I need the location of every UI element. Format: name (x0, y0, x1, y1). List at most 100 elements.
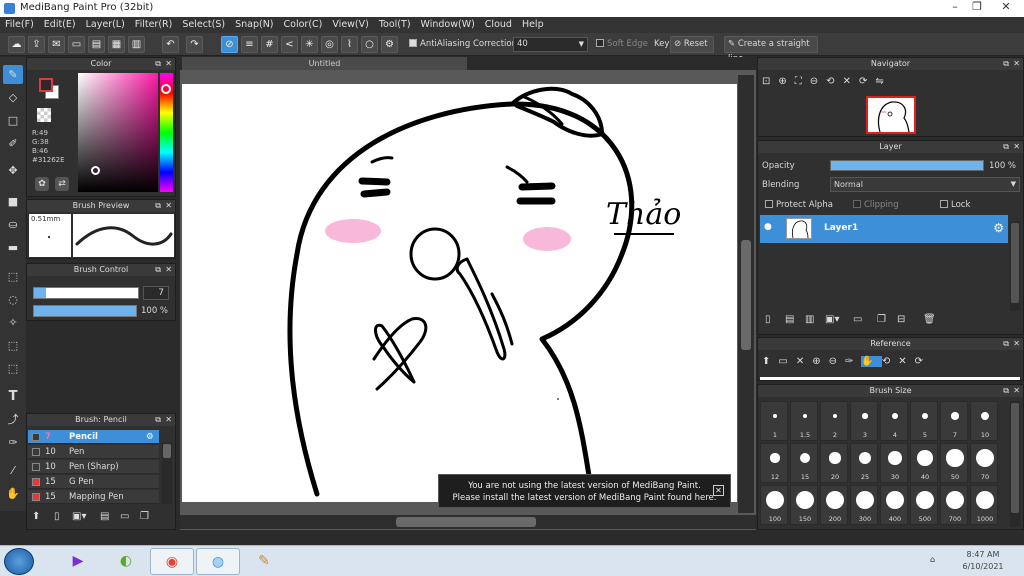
visibility-eye-icon[interactable]: ● (764, 222, 772, 232)
float-icon[interactable]: ⧉ (1003, 58, 1009, 70)
gear-icon[interactable]: ⚙ (993, 221, 1004, 235)
snap-off-icon[interactable]: ⊘ (221, 36, 238, 53)
menu-tool[interactable]: Tool(T) (374, 17, 416, 30)
duplicate-layer-icon[interactable]: ❐ (877, 314, 886, 325)
document-icon[interactable]: ▤ (88, 36, 105, 53)
brush-size-cell[interactable]: 10 (970, 401, 998, 441)
brush-size-cell[interactable]: 20 (820, 443, 848, 483)
zoom-in-icon[interactable]: ⊕ (778, 76, 794, 87)
zoom-fit-icon[interactable]: ⊡ (762, 76, 778, 87)
primary-color-swatch[interactable] (39, 78, 53, 92)
brush-size-cell[interactable]: 50 (940, 443, 968, 483)
brush-item-pen-sharp[interactable]: 10 Pen (Sharp) (28, 460, 159, 474)
parallel-snap-icon[interactable]: ≡ (241, 36, 258, 53)
update-notice[interactable]: You are not using the latest version of … (438, 474, 731, 508)
new-layer-icon[interactable]: ▯ (765, 314, 771, 325)
hand-icon[interactable]: ✋ (861, 356, 882, 367)
layer-folder-icon[interactable]: ▭ (853, 314, 862, 325)
redo-icon[interactable]: ↷ (186, 36, 203, 53)
brush-size-cell[interactable]: 150 (790, 485, 818, 525)
brush-item-pen[interactable]: 10 Pen (28, 445, 159, 459)
eraser-tool-icon[interactable]: ◇ (3, 88, 23, 107)
float-icon[interactable]: ⧉ (1003, 385, 1009, 397)
paint-icon[interactable]: ✎ (242, 548, 286, 575)
minimize-button[interactable]: – (944, 0, 966, 15)
close-panel-icon[interactable]: ✕ (165, 264, 172, 276)
chat-icon[interactable]: ▭ (68, 36, 85, 53)
visual-studio-icon[interactable]: ▶ (56, 548, 100, 575)
brush-size-cell[interactable]: 15 (790, 443, 818, 483)
close-panel-icon[interactable]: ✕ (1013, 338, 1020, 350)
chrome-icon[interactable]: ◉ (150, 548, 194, 575)
open-reference-icon[interactable]: ▭ (778, 356, 795, 367)
close-panel-icon[interactable]: ✕ (1013, 141, 1020, 153)
text-tool-icon[interactable]: T (3, 387, 23, 406)
brush-tool-icon[interactable]: ✎ (3, 65, 23, 84)
reset-view-icon[interactable]: ✕ (843, 76, 859, 87)
brush-size-cell[interactable]: 200 (820, 485, 848, 525)
delete-layer-icon[interactable]: 🗑 (923, 314, 936, 325)
brush-size-cell[interactable]: 3 (850, 401, 878, 441)
hand-tool-icon[interactable]: ✋ (3, 484, 23, 503)
float-icon[interactable]: ⧉ (1003, 338, 1009, 350)
menu-select[interactable]: Select(S) (177, 17, 230, 30)
close-button[interactable]: ✕ (990, 0, 1022, 15)
correction-select[interactable]: 40 ▼ (513, 37, 588, 52)
brush-size-cell[interactable]: 500 (910, 485, 938, 525)
vanishing-snap-icon[interactable]: < (281, 36, 298, 53)
duplicate-icon[interactable]: ❐ (140, 511, 149, 522)
close-panel-icon[interactable]: ✕ (165, 414, 172, 426)
radial-snap-icon[interactable]: ✳ (301, 36, 318, 53)
select-eraser-tool-icon[interactable]: ⬚ (3, 359, 23, 378)
float-icon[interactable]: ⧉ (155, 58, 161, 70)
brush-list-scrollbar[interactable] (162, 442, 172, 504)
close-panel-icon[interactable]: ✕ (1013, 58, 1020, 70)
color-picker-square[interactable] (78, 73, 158, 192)
fit-window-icon[interactable]: ⛶ (795, 76, 810, 87)
gradient-tool-icon[interactable]: ▬ (3, 238, 23, 257)
canvas-vertical-scrollbar[interactable] (738, 75, 754, 513)
clock[interactable]: 8:47 AM 6/10/2021 (958, 549, 1008, 573)
hue-handle[interactable] (161, 84, 171, 94)
app-icon[interactable]: ◐ (104, 548, 148, 575)
brush-alt-tool-icon[interactable]: ✐ (3, 134, 23, 153)
menu-filter[interactable]: Filter(R) (130, 17, 178, 30)
brush-size-cell[interactable]: 300 (850, 485, 878, 525)
zoom-in-icon[interactable]: ⊕ (812, 356, 828, 367)
brush-size-cell[interactable]: 12 (760, 443, 788, 483)
brush-item-g-pen[interactable]: 15 G Pen (28, 475, 159, 489)
snap-settings-icon[interactable]: ⚙ (381, 36, 398, 53)
eyedropper-icon[interactable]: ✑ (845, 356, 861, 367)
zoom-out-icon[interactable]: ⊖ (810, 76, 826, 87)
antialiasing-toggle[interactable]: AntiAliasing (409, 39, 470, 49)
brush-item-mapping-pen[interactable]: 15 Mapping Pen (28, 490, 159, 504)
clipping-checkbox[interactable]: Clipping (853, 200, 899, 210)
brush-size-cell[interactable]: 100 (760, 485, 788, 525)
brush-size-scrollbar[interactable] (1010, 401, 1020, 527)
select-pen-tool-icon[interactable]: ⬚ (3, 336, 23, 355)
scroll-thumb[interactable] (396, 517, 536, 527)
float-icon[interactable]: ⧉ (155, 414, 161, 426)
cloud-icon[interactable]: ☁ (8, 36, 25, 53)
color-picker-handle[interactable] (91, 166, 100, 175)
cross-snap-icon[interactable]: # (261, 36, 278, 53)
swap-color-icon[interactable]: ⇄ (55, 177, 69, 191)
layer-opacity-slider[interactable] (830, 160, 984, 171)
fill-rect-tool-icon[interactable]: ■ (3, 192, 23, 211)
zoom-out-icon[interactable]: ⊖ (829, 356, 845, 367)
brush-size-cell[interactable]: 1000 (970, 485, 998, 525)
flip-icon[interactable]: ⇋ (875, 76, 891, 87)
protect-alpha-checkbox[interactable]: Protect Alpha (765, 200, 833, 210)
drawing-canvas[interactable]: Thảo (182, 84, 737, 502)
brush-size-cell[interactable]: 4 (880, 401, 908, 441)
brush-size-value[interactable]: 7 (143, 286, 169, 300)
hue-slider[interactable] (160, 73, 173, 192)
new-halftone-layer-icon[interactable]: ▥ (805, 314, 814, 325)
operation-tool-icon[interactable]: ⤴ (3, 410, 23, 429)
merge-layer-icon[interactable]: ⊟ (897, 314, 905, 325)
folder-icon[interactable]: ▭ (120, 511, 129, 522)
brush-size-cell[interactable]: 7 (940, 401, 968, 441)
new-layer-alt-icon[interactable]: ▤ (785, 314, 794, 325)
close-panel-icon[interactable]: ✕ (1013, 385, 1020, 397)
menu-view[interactable]: View(V) (327, 17, 373, 30)
